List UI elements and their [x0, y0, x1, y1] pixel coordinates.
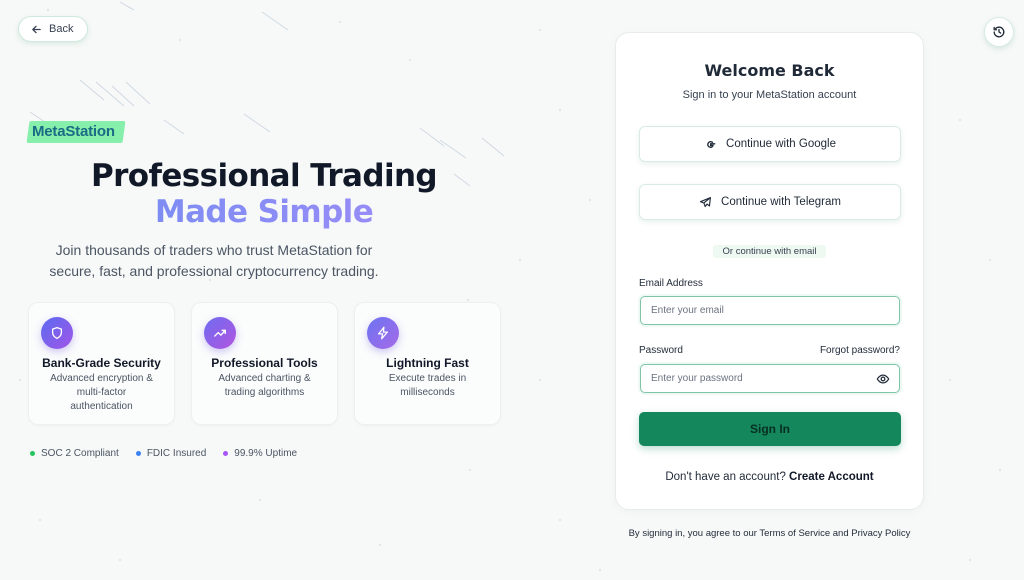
feature-desc-line: authentication — [70, 401, 133, 412]
feature-title: Lightning Fast — [386, 356, 469, 370]
hero-subtitle-line1: Join thousands of traders who trust Meta… — [55, 242, 373, 258]
badge-uptime: 99.9% Uptime — [223, 448, 297, 459]
hero-title-line1: Professional Trading — [90, 158, 438, 194]
forgot-password-link[interactable]: Forgot password? — [820, 345, 900, 356]
feature-title: Professional Tools — [211, 356, 318, 370]
feature-description: Advanced encryption & multi-factor authe… — [37, 372, 166, 414]
trending-up-icon — [214, 329, 226, 337]
telegram-login-label: Continue with Telegram — [721, 196, 841, 208]
badge-label: FDIC Insured — [146, 448, 207, 459]
telegram-login-button[interactable]: Continue with Telegram — [639, 184, 901, 220]
feature-card-tools: Professional Tools Advanced charting & t… — [191, 302, 338, 425]
status-dot — [223, 451, 229, 456]
feature-card-speed: Lightning Fast Execute trades in millise… — [354, 302, 501, 425]
logo-text: MetaStation — [32, 123, 115, 140]
google-login-button[interactable]: Continue with Google — [639, 126, 901, 162]
feature-description: Advanced charting & trading algorithms — [200, 372, 329, 400]
feature-desc-line: Advanced encryption & — [50, 373, 153, 384]
feature-desc-line: trading algorithms — [224, 387, 305, 398]
password-label: Password — [639, 345, 683, 356]
hero-subtitle: Join thousands of traders who trust Meta… — [24, 240, 404, 282]
badge-label: SOC 2 Compliant — [41, 448, 119, 459]
feature-card-security: Bank-Grade Security Advanced encryption … — [28, 302, 175, 425]
feature-desc-line: multi-factor — [76, 387, 127, 398]
history-icon — [993, 26, 1005, 38]
feature-icon-badge — [41, 317, 73, 349]
feature-desc-line: milliseconds — [400, 387, 455, 398]
shield-icon — [51, 326, 63, 340]
hero-title-line2: Made Simple — [0, 194, 528, 230]
telegram-icon — [699, 196, 711, 207]
hero-title: Professional Trading Made Simple — [0, 158, 528, 230]
google-icon — [707, 140, 716, 148]
login-title: Welcome Back — [704, 61, 835, 80]
hero-subtitle-line2: secure, fast, and professional cryptocur… — [49, 263, 379, 279]
signup-prompt: Don't have an account? Create Account — [616, 471, 923, 483]
show-password-icon[interactable] — [876, 372, 890, 386]
badge-label: 99.9% Uptime — [234, 448, 298, 459]
create-account-link[interactable]: Create Account — [789, 471, 874, 483]
feature-cards: Bank-Grade Security Advanced encryption … — [28, 302, 501, 425]
no-account-text: Don't have an account? — [665, 471, 786, 483]
back-button[interactable]: Back — [18, 16, 89, 42]
history-button[interactable] — [984, 17, 1014, 47]
feature-icon-badge — [204, 317, 236, 349]
divider-label: Or continue with email — [712, 245, 827, 258]
terms-notice: By signing in, you agree to our Terms of… — [628, 528, 911, 539]
feature-title: Bank-Grade Security — [42, 356, 161, 370]
feature-icon-badge — [367, 317, 399, 349]
email-label: Email Address — [639, 278, 703, 289]
password-input[interactable] — [640, 364, 900, 393]
status-dot — [135, 451, 141, 456]
lightning-icon — [377, 326, 389, 340]
sign-in-button[interactable]: Sign In — [639, 412, 901, 446]
sign-in-label: Sign In — [750, 422, 790, 436]
metastation-logo: MetaStation — [26, 121, 126, 143]
feature-desc-line: Advanced charting & — [218, 373, 311, 384]
badge-soc2: SOC 2 Compliant — [30, 448, 119, 459]
email-divider: Or continue with email — [616, 241, 923, 259]
feature-description: Execute trades in milliseconds — [363, 372, 492, 400]
login-card: Welcome Back Sign in to your MetaStation… — [615, 32, 924, 510]
google-login-label: Continue with Google — [726, 138, 836, 150]
back-button-label: Back — [49, 23, 74, 35]
login-subtitle: Sign in to your MetaStation account — [682, 89, 857, 101]
status-dot — [30, 451, 35, 456]
feature-desc-line: Execute trades in — [388, 373, 467, 384]
trust-badges: SOC 2 Compliant FDIC Insured 99.9% Uptim… — [30, 448, 297, 459]
arrow-left-icon — [32, 25, 41, 33]
email-input[interactable] — [640, 296, 900, 325]
badge-fdic: FDIC Insured — [135, 448, 207, 459]
